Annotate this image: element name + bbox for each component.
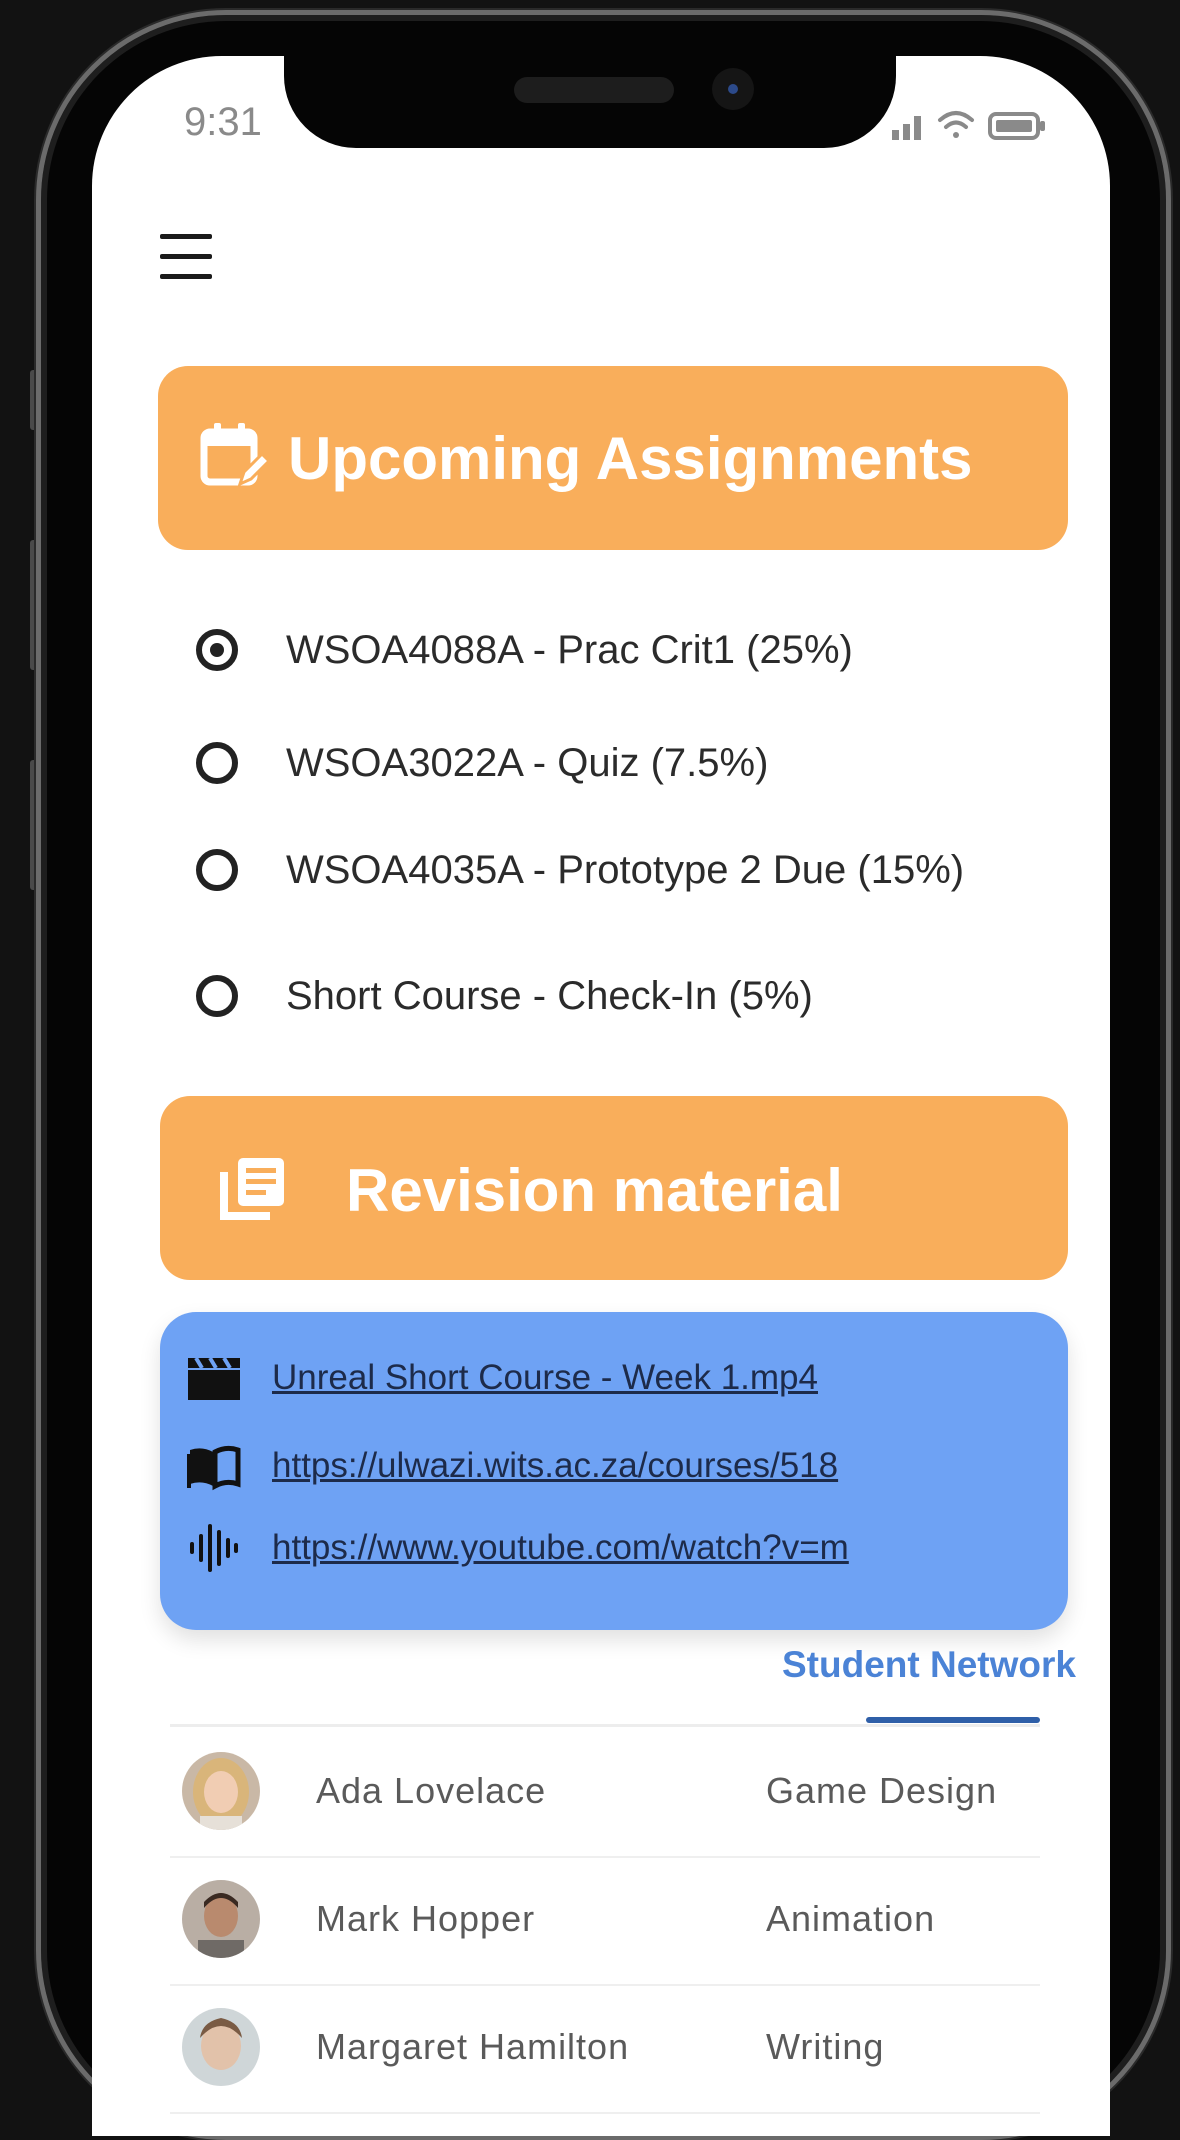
notch (284, 56, 896, 148)
resource-item[interactable]: https://ulwazi.wits.ac.za/courses/518 (184, 1436, 1044, 1496)
hamburger-menu-icon[interactable] (160, 232, 216, 282)
tab-student-network[interactable]: Student Network (782, 1644, 1076, 1686)
network-row[interactable]: Margaret Hamilton Writing (170, 1984, 1040, 2114)
film-clapper-icon (188, 1356, 240, 1400)
avatar (182, 1880, 260, 1958)
assignment-item[interactable]: WSOA3022A - Quiz (7.5%) (196, 733, 768, 793)
tab-active-indicator (866, 1717, 1040, 1723)
open-book-icon (187, 1445, 241, 1491)
audio-wave-icon (190, 1524, 238, 1572)
assignment-label: WSOA4088A - Prac Crit1 (25%) (286, 627, 853, 672)
avatar (182, 1752, 260, 1830)
student-field: Animation (766, 1898, 936, 1939)
assignment-item[interactable]: Short Course - Check-In (5%) (196, 966, 813, 1026)
student-name: Ada Lovelace (316, 1770, 547, 1811)
library-books-icon (220, 1158, 284, 1220)
battery-icon (988, 112, 1045, 140)
tab-divider (170, 1724, 1040, 1727)
wifi-icon (938, 111, 974, 138)
assignment-label: WSOA4035A - Prototype 2 Due (15%) (286, 847, 965, 892)
status-icons (892, 111, 1045, 140)
speaker-grille (514, 77, 674, 103)
revision-header-card: Revision material (160, 1096, 1068, 1280)
network-row[interactable]: Mark Hopper Animation (170, 1856, 1040, 1986)
assignment-radio[interactable] (196, 975, 238, 1017)
app-screen: 9:31 Upcoming Assignments WSOA4088A - Pr… (92, 56, 1110, 2136)
student-name: Margaret Hamilton (316, 2026, 630, 2067)
assignment-label: Short Course - Check-In (5%) (286, 973, 813, 1018)
assignment-radio[interactable] (196, 742, 238, 784)
resource-link[interactable]: https://www.youtube.com/watch?v=m (272, 1528, 892, 1568)
revision-title: Revision material (346, 1157, 843, 1224)
assignment-item[interactable]: WSOA4088A - Prac Crit1 (25%) (196, 620, 853, 680)
assignment-label: WSOA3022A - Quiz (7.5%) (286, 740, 769, 785)
assignments-title: Upcoming Assignments (288, 425, 973, 492)
status-time: 9:31 (184, 100, 262, 144)
resource-link[interactable]: Unreal Short Course - Week 1.mp4 (272, 1358, 892, 1398)
student-field: Writing (766, 2026, 885, 2067)
resource-item[interactable]: https://www.youtube.com/watch?v=m (184, 1518, 1044, 1578)
avatar (182, 2008, 260, 2086)
assignments-header-card: Upcoming Assignments (158, 366, 1068, 550)
calendar-edit-icon (200, 423, 270, 487)
student-field: Game Design (766, 1770, 998, 1811)
signal-icon (892, 116, 921, 140)
network-row[interactable]: Ada Lovelace Game Design (170, 1728, 1040, 1858)
resource-item[interactable]: Unreal Short Course - Week 1.mp4 (184, 1348, 1044, 1408)
student-name: Mark Hopper (316, 1898, 536, 1939)
resource-link[interactable]: https://ulwazi.wits.ac.za/courses/518 (272, 1446, 892, 1486)
front-camera (712, 68, 754, 110)
assignment-item[interactable]: WSOA4035A - Prototype 2 Due (15%) (196, 840, 964, 900)
revision-resources-card: Unreal Short Course - Week 1.mp4 https:/… (160, 1312, 1068, 1630)
assignment-radio[interactable] (196, 849, 238, 891)
assignment-radio[interactable] (196, 629, 238, 671)
